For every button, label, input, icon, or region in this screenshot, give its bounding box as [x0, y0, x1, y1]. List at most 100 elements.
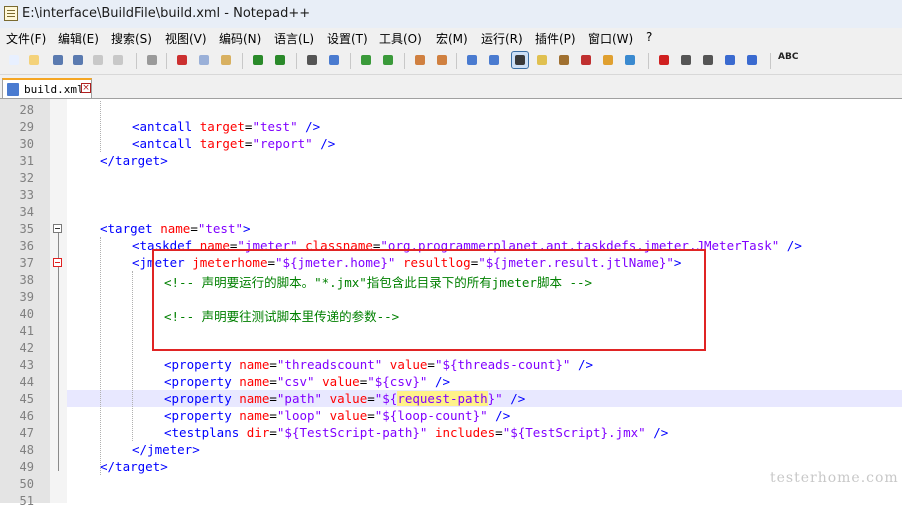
word-wrap-icon[interactable]: [464, 52, 480, 68]
line-number: 50: [19, 477, 34, 491]
cut-icon-glyph: [177, 55, 187, 65]
close-icon[interactable]: [90, 52, 106, 68]
editor-line-33[interactable]: 33: [0, 186, 902, 203]
zoom-in-icon[interactable]: [358, 52, 374, 68]
tab-bar: build.xml ×: [0, 75, 902, 99]
folder-workspace-icon[interactable]: [600, 52, 616, 68]
editor-line-35[interactable]: 35 <target name="test">: [0, 220, 902, 237]
code-text: </jmeter>: [132, 442, 200, 457]
file-saved-icon: [7, 83, 19, 96]
editor-line-51[interactable]: 51: [0, 492, 902, 509]
find-icon[interactable]: [304, 52, 320, 68]
function-list-icon[interactable]: [578, 52, 594, 68]
new-icon[interactable]: [6, 52, 22, 68]
undo-icon-glyph: [253, 55, 263, 65]
editor-line-49[interactable]: 49 </target>: [0, 458, 902, 475]
run-macro-multi-icon-glyph: [725, 55, 735, 65]
code-text: <antcall target="report" />: [132, 136, 336, 151]
sync-h-icon[interactable]: [434, 52, 450, 68]
spellcheck-icon[interactable]: ABC: [778, 52, 798, 68]
copy-icon[interactable]: [196, 52, 212, 68]
code-text: <testplans dir="${TestScript-path}" incl…: [164, 425, 669, 440]
menu-item-5[interactable]: 语言(L): [274, 30, 314, 47]
udl-icon[interactable]: [534, 52, 550, 68]
open-icon[interactable]: [26, 52, 42, 68]
menu-item-8[interactable]: 宏(M): [436, 30, 468, 47]
cut-icon[interactable]: [174, 52, 190, 68]
close-icon-glyph: [93, 55, 103, 65]
save-all-icon[interactable]: [70, 52, 86, 68]
play-macro-icon[interactable]: [700, 52, 716, 68]
doc-map-icon[interactable]: [556, 52, 572, 68]
run-macro-multi-icon[interactable]: [722, 52, 738, 68]
record-macro-icon[interactable]: [656, 52, 672, 68]
line-number: 48: [19, 443, 34, 457]
sync-v-icon[interactable]: [412, 52, 428, 68]
menu-item-6[interactable]: 设置(T): [327, 30, 368, 47]
editor-line-31[interactable]: 31 </target>: [0, 152, 902, 169]
line-number: 30: [19, 137, 34, 151]
folder-workspace-icon-glyph: [603, 55, 613, 65]
udl-icon-glyph: [537, 55, 547, 65]
save-icon[interactable]: [50, 52, 66, 68]
tab-build-xml[interactable]: build.xml ×: [2, 78, 92, 98]
line-number: 35: [19, 222, 34, 236]
menu-item-9[interactable]: 运行(R): [481, 30, 523, 47]
editor-line-47[interactable]: 47 <testplans dir="${TestScript-path}" in…: [0, 424, 902, 441]
menu-item-7[interactable]: 工具(O): [379, 30, 422, 47]
print-icon[interactable]: [144, 52, 160, 68]
editor-line-28[interactable]: 28: [0, 101, 902, 118]
print-icon-glyph: [147, 55, 157, 65]
tab-close-icon[interactable]: ×: [81, 83, 91, 93]
save-macro-icon[interactable]: [744, 52, 760, 68]
close-all-icon[interactable]: [110, 52, 126, 68]
editor-line-46[interactable]: 46 <property name="loop" value="${loop-co…: [0, 407, 902, 424]
menu-item-10[interactable]: 插件(P): [535, 30, 576, 47]
paste-icon[interactable]: [218, 52, 234, 68]
editor-line-30[interactable]: 30 <antcall target="report" />: [0, 135, 902, 152]
menu-item-2[interactable]: 搜索(S): [111, 30, 152, 47]
menu-item-11[interactable]: 窗口(W): [588, 30, 633, 47]
menu-item-12[interactable]: ?: [646, 30, 652, 44]
menu-item-1[interactable]: 编辑(E): [58, 30, 99, 47]
indent-guide-icon[interactable]: [511, 51, 529, 69]
line-number: 51: [19, 494, 34, 508]
line-number: 44: [19, 375, 34, 389]
undo-icon[interactable]: [250, 52, 266, 68]
menu-item-3[interactable]: 视图(V): [165, 30, 207, 47]
editor-line-43[interactable]: 43 <property name="threadscount" value="$…: [0, 356, 902, 373]
fold-collapse-icon[interactable]: [53, 258, 62, 267]
menu-item-0[interactable]: 文件(F): [6, 30, 46, 47]
editor-line-34[interactable]: 34: [0, 203, 902, 220]
indent-guide: [100, 237, 102, 475]
editor-line-48[interactable]: 48 </jmeter>: [0, 441, 902, 458]
monitor-icon[interactable]: [622, 52, 638, 68]
play-macro-icon-glyph: [703, 55, 713, 65]
line-number: 49: [19, 460, 34, 474]
editor-line-29[interactable]: 29 <antcall target="test" />: [0, 118, 902, 135]
notepad-app-icon: [4, 6, 18, 21]
toolbar: ABC: [0, 48, 902, 75]
line-number: 33: [19, 188, 34, 202]
indent-guide: [132, 271, 134, 441]
annotation-highlight-box: [152, 249, 706, 351]
editor-line-45[interactable]: 45 <property name="path" value="${request…: [20, 390, 902, 407]
stop-macro-icon[interactable]: [678, 52, 694, 68]
fold-collapse-icon[interactable]: [53, 224, 62, 233]
toolbar-separator: [296, 53, 297, 69]
code-text: <antcall target="test" />: [132, 119, 321, 134]
show-all-chars-icon[interactable]: [486, 52, 502, 68]
editor-line-32[interactable]: 32: [0, 169, 902, 186]
redo-icon[interactable]: [272, 52, 288, 68]
editor-line-44[interactable]: 44 <property name="csv" value="${csv}" />: [0, 373, 902, 390]
zoom-out-icon[interactable]: [380, 52, 396, 68]
toolbar-separator: [242, 53, 243, 69]
toolbar-separator: [456, 53, 457, 69]
replace-icon[interactable]: [326, 52, 342, 68]
save-macro-icon-glyph: [747, 55, 757, 65]
editor-line-50[interactable]: 50: [0, 475, 902, 492]
menu-item-4[interactable]: 编码(N): [219, 30, 261, 47]
record-macro-icon-glyph: [659, 55, 669, 65]
line-number: 29: [19, 120, 34, 134]
code-text: <property name="threadscount" value="${t…: [164, 357, 594, 372]
